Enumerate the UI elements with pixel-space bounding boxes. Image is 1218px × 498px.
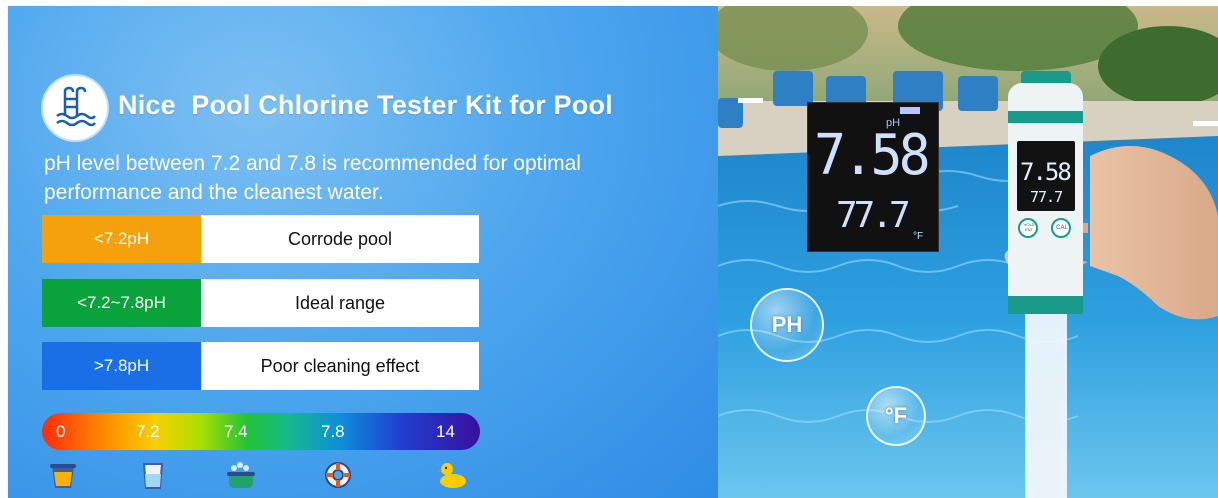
life-ring-icon — [325, 462, 351, 488]
display-ph-value: 7.58 — [814, 123, 931, 188]
ph-color-scale — [42, 413, 480, 450]
display-temp-value: 77.7 — [836, 195, 911, 236]
info-panel: Nice Pool Chlorine Tester Kit for Pool p… — [8, 6, 718, 498]
pen-cal-button: CAL — [1056, 225, 1068, 231]
scale-tick: 7.8 — [321, 421, 345, 441]
ph-pen-tester — [1008, 71, 1083, 498]
display-closeup: pH 7.58 77.7 °F — [807, 102, 939, 252]
scale-tick: 14 — [436, 421, 455, 441]
ph-bubble: PH — [750, 288, 824, 362]
pool-scene-image — [718, 6, 1218, 498]
pen-temp-value: 77.7 — [1030, 188, 1063, 206]
battery-icon — [900, 107, 920, 114]
range-tag: <7.2pH — [42, 215, 201, 263]
scale-tick: 7.4 — [224, 421, 248, 441]
page-title: Nice Pool Chlorine Tester Kit for Pool — [118, 90, 613, 120]
water-glass-icon — [142, 463, 164, 489]
rubber-duck-icon — [437, 463, 466, 488]
range-label: Ideal range — [294, 292, 386, 313]
bathtub-icon — [227, 462, 255, 488]
range-row-poor: >7.8pH Poor cleaning effect — [42, 342, 479, 390]
product-banner: Nice Pool Chlorine Tester Kit for Pool p… — [0, 0, 1218, 498]
range-tag: >7.8pH — [42, 342, 201, 390]
range-label: Poor cleaning effect — [260, 355, 420, 376]
range-row-ideal: <7.2~7.8pH Ideal range — [42, 279, 479, 327]
range-label: Corrode pool — [287, 228, 393, 249]
scale-tick: 0 — [56, 421, 66, 441]
fahrenheit-bubble: °F — [866, 386, 926, 446]
range-row-corrode: <7.2pH Corrode pool — [42, 215, 479, 263]
pen-ph-value: 7.58 — [1020, 158, 1072, 186]
display-temp-unit: °F — [913, 231, 924, 242]
scale-tick: 7.2 — [136, 421, 160, 441]
description-text: pH level between 7.2 and 7.8 is recommen… — [44, 152, 581, 204]
product-photo: 7.58 77.7 HOLD ENT CAL pH 7.58 77.7 °F P… — [718, 6, 1218, 498]
range-tag: <7.2~7.8pH — [42, 279, 201, 327]
pool-ladder-icon — [43, 76, 107, 140]
pen-hold-button: HOLD ENT — [1023, 222, 1035, 232]
cup-icon — [50, 464, 76, 488]
